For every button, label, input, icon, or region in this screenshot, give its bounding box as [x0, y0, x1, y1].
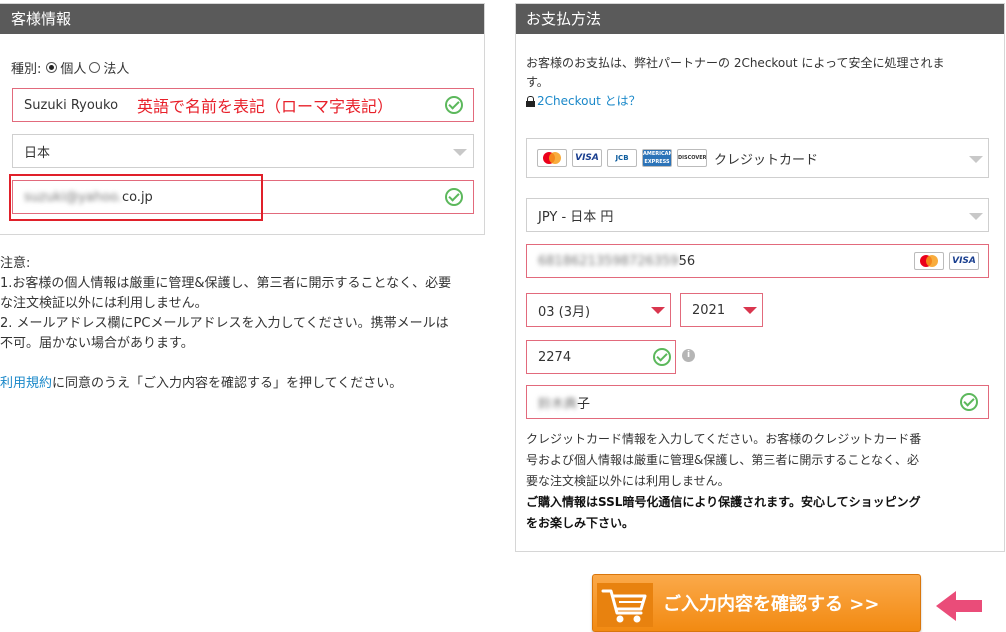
notes-line-1b: な注文検証以外には利用しません。 — [0, 296, 208, 311]
radio-corporate[interactable]: 法人 — [89, 58, 129, 77]
radio-corporate-label: 法人 — [103, 62, 130, 77]
terms-link[interactable]: 利用規約 — [0, 376, 52, 391]
name-input[interactable]: Suzuki Ryouko 英語で名前を表記（ローマ字表記） — [12, 88, 474, 122]
card-info-text: クレジットカード情報を入力してください。お客様のクレジットカード番 号および個人… — [526, 429, 1001, 534]
checkout-info-row: 2Checkout とは？ — [526, 92, 996, 111]
card-holder-valid-check-icon — [960, 393, 978, 411]
confirm-button[interactable]: ご入力内容を確認する >> — [592, 574, 921, 632]
cvv-value: 2274 — [538, 349, 572, 365]
card-number-visa-icon: VISA — [949, 252, 979, 270]
name-annotation: 英語で名前を表記（ローマ字表記） — [137, 97, 394, 116]
customer-type-row: 種別: 個人 法人 — [11, 58, 129, 77]
notes-line-2b: 不可。届かない場合があります。 — [0, 336, 194, 351]
notes-heading: 注意: — [0, 256, 31, 271]
pointer-arrow-icon — [934, 589, 984, 623]
lock-icon — [526, 96, 535, 107]
terms-rest: に同意のうえ「ご入力内容を確認する」を押してください。 — [52, 376, 403, 391]
card-number-value: 68186213598726359 56 — [538, 245, 695, 277]
discover-icon: DISCOVER — [677, 149, 707, 167]
radio-corporate-icon — [89, 62, 101, 73]
amex-icon: AMERICAN EXPRESS — [642, 149, 672, 167]
customer-info-panel: 客様情報 種別: 個人 法人 Suzuki Ryouko 英語で名前を表記（ロー… — [0, 3, 485, 235]
customer-info-title: 客様情報 — [0, 4, 484, 34]
card-number-visible-part: 56 — [678, 253, 696, 269]
secure-line-1: ご購入情報はSSL暗号化通信により保護されます。安心してショッピング — [526, 495, 921, 509]
expiry-year-select[interactable]: 2021 — [680, 293, 763, 327]
terms-line: 利用規約に同意のうえ「ご入力内容を確認する」を押してください。 — [0, 374, 490, 394]
payment-method-select[interactable]: VISA JCB AMERICAN EXPRESS DISCOVER クレジットカ… — [526, 138, 989, 178]
notes-line-1a: 1.お客様の個人情報は厳重に管理&保護し、第三者に開示することなく、必要 — [0, 276, 452, 291]
email-valid-check-icon — [445, 188, 463, 206]
card-holder-input[interactable]: 鈴木典子 — [526, 385, 989, 419]
radio-individual[interactable]: 個人 — [46, 58, 86, 77]
radio-individual-icon — [46, 62, 58, 73]
payment-intro-line-2: す。 — [526, 75, 549, 89]
jcb-icon: JCB — [607, 149, 637, 167]
expiry-month-chevron-down-icon — [651, 307, 665, 314]
notes-block: 注意: 1.お客様の個人情報は厳重に管理&保護し、第三者に開示することなく、必要… — [0, 254, 490, 394]
currency-select-value: JPY - 日本 円 — [538, 209, 614, 225]
country-chevron-down-icon — [453, 149, 467, 156]
customer-type-label: 種別: — [11, 62, 42, 77]
card-info-line-2: 号および個人情報は厳重に管理&保護し、第三者に開示することなく、必 — [526, 453, 920, 467]
confirm-button-label: ご入力内容を確認する >> — [663, 594, 880, 615]
card-logos: VISA JCB AMERICAN EXPRESS DISCOVER クレジットカ… — [537, 139, 818, 177]
card-number-mastercard-icon — [914, 252, 944, 270]
card-info-line-1: クレジットカード情報を入力してください。お客様のクレジットカード番 — [526, 432, 922, 446]
card-number-input[interactable]: 68186213598726359 56 VISA — [526, 244, 989, 278]
currency-chevron-down-icon — [969, 213, 983, 220]
country-select[interactable]: 日本 — [12, 134, 474, 168]
currency-select[interactable]: JPY - 日本 円 — [526, 198, 989, 232]
payment-intro-line-1: お客様のお支払は、弊社パートナーの 2Checkout によって安全に処理されま — [526, 56, 945, 70]
name-input-value: Suzuki Ryouko — [24, 97, 119, 113]
cvv-valid-check-icon — [653, 348, 671, 366]
country-select-value: 日本 — [24, 145, 51, 161]
card-number-blurred-part: 68186213598726359 — [538, 253, 679, 269]
expiry-month-select[interactable]: 03 (3月) — [526, 293, 671, 327]
email-highlight-box — [9, 174, 263, 221]
visa-icon: VISA — [572, 149, 602, 167]
card-info-line-3: 要な注文検証以外には利用しません。 — [526, 474, 730, 488]
mastercard-icon — [537, 149, 567, 167]
payment-method-title: お支払方法 — [516, 4, 1004, 34]
secure-line-2: をお楽しみ下さい。 — [526, 516, 635, 530]
card-holder-blurred-part: 鈴木典 — [538, 396, 578, 412]
card-holder-value: 鈴木典子 — [538, 386, 590, 418]
name-valid-check-icon — [445, 96, 463, 114]
payment-method-panel: お支払方法 お客様のお支払は、弊社パートナーの 2Checkout によって安全… — [515, 3, 1005, 552]
payment-method-chevron-down-icon — [969, 156, 983, 163]
card-holder-visible-part: 子 — [577, 396, 591, 412]
expiry-month-value: 03 (3月) — [538, 304, 591, 320]
cart-icon — [597, 583, 653, 627]
payment-intro: お客様のお支払は、弊社パートナーの 2Checkout によって安全に処理されま… — [526, 54, 996, 111]
cvv-info-icon[interactable]: i — [682, 349, 695, 362]
expiry-year-chevron-down-icon — [743, 307, 757, 314]
card-number-logos: VISA — [914, 252, 979, 270]
cvv-input[interactable]: 2274 — [526, 340, 676, 374]
checkout-info-link[interactable]: 2Checkout とは？ — [537, 92, 641, 111]
notes-line-2a: 2. メールアドレス欄にPCメールアドレスを入力してください。携帯メールは — [0, 316, 449, 331]
expiry-year-value: 2021 — [692, 302, 726, 318]
radio-individual-label: 個人 — [60, 62, 87, 77]
payment-method-label: クレジットカード — [714, 152, 819, 168]
